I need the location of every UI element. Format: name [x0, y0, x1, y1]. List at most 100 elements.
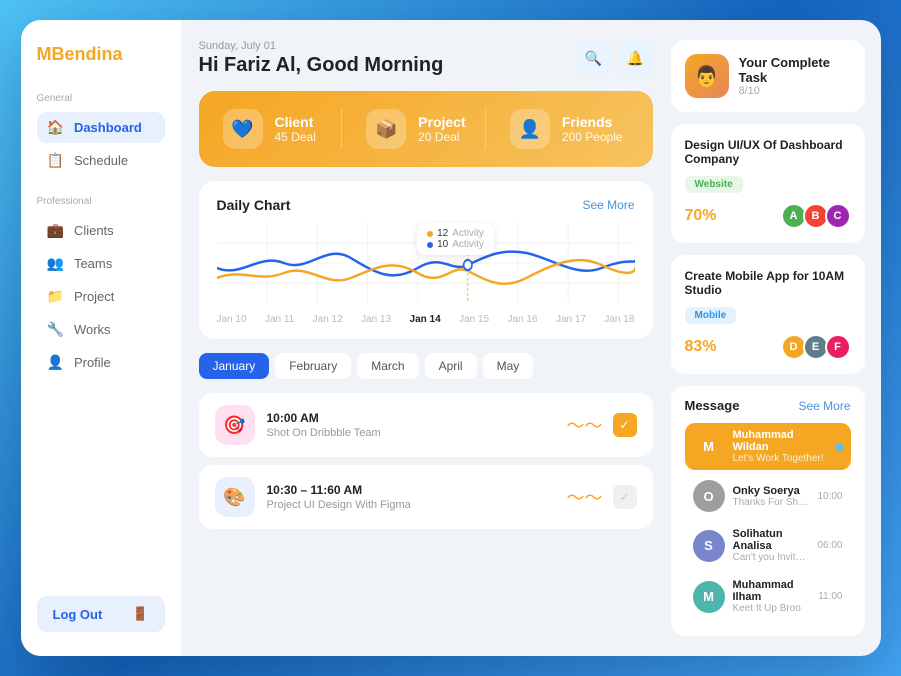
stat-friends: 👤 Friends 200 People [485, 109, 629, 149]
sidebar-item-project[interactable]: 📁 Project [37, 281, 165, 312]
sidebar-item-works-label: Works [74, 322, 111, 337]
task-avatars-1: D E F [785, 334, 851, 360]
general-section-label: General [37, 93, 165, 104]
schedule-name-1: Project UI Design With Figma [267, 499, 555, 511]
chart-section: Daily Chart See More 12 Activity 10 Acti… [199, 181, 653, 339]
wave-icon-0: 〜〜 [567, 412, 603, 438]
schedule-info-0: 10:00 AM Shot On Dribbble Team [267, 411, 555, 439]
task-tag-0: Website [685, 176, 743, 193]
message-section: Message See More M Muhammad Wildan Let's… [671, 386, 865, 636]
client-label: Client [275, 114, 316, 130]
project-value: 20 Deal [418, 130, 465, 144]
month-tab-april[interactable]: April [425, 353, 477, 379]
msg-name-3: Muhammad Ilham [733, 579, 811, 603]
schedule-actions-0: 〜〜 ✓ [567, 412, 637, 438]
task-percent-0: 70% [685, 207, 717, 225]
schedule-icon: 📋 [47, 152, 64, 169]
header: Sunday, July 01 Hi Fariz Al, Good Mornin… [199, 40, 653, 77]
header-date: Sunday, July 01 [199, 40, 444, 52]
sidebar-item-teams[interactable]: 👥 Teams [37, 248, 165, 279]
tooltip-activity2-label: Activity [452, 239, 484, 250]
check-button-1[interactable]: ✓ [613, 485, 637, 509]
msg-avatar-1: O [693, 480, 725, 512]
schedule-name-0: Shot On Dribbble Team [267, 427, 555, 439]
chart-area: 12 Activity 10 Activity [217, 223, 635, 323]
chart-label-6: Jan 16 [508, 314, 538, 325]
msg-time-2: 06:00 [817, 540, 842, 551]
task-progress-row-1: 83% D E F [685, 334, 851, 360]
task-card-0: Design UI/UX Of Dashboard Company Websit… [671, 124, 865, 243]
chart-label-3: Jan 13 [361, 314, 391, 325]
month-tab-january[interactable]: January [199, 353, 270, 379]
task-percent-1: 83% [685, 338, 717, 356]
mini-avatar-0-2: C [825, 203, 851, 229]
task-avatars-0: A B C [785, 203, 851, 229]
schedule-item-1: 🎨 10:30 – 11:60 AM Project UI Design Wit… [199, 465, 653, 529]
client-value: 45 Deal [275, 130, 316, 144]
bell-icon: 🔔 [627, 50, 644, 67]
sidebar-item-dashboard-label: Dashboard [74, 120, 142, 135]
schedule-info-1: 10:30 – 11:60 AM Project UI Design With … [267, 483, 555, 511]
right-panel: 👨 Your Complete Task 8/10 Design UI/UX O… [671, 20, 881, 656]
stat-client: 💙 Client 45 Deal [223, 109, 342, 149]
month-tab-march[interactable]: March [357, 353, 418, 379]
header-greeting: Hi Fariz Al, Good Morning [199, 54, 444, 77]
tooltip-activity1-label: Activity [452, 228, 484, 239]
sidebar-item-dashboard[interactable]: 🏠 Dashboard [37, 112, 165, 143]
sidebar-item-schedule[interactable]: 📋 Schedule [37, 145, 165, 176]
message-title: Message [685, 398, 740, 413]
message-see-more[interactable]: See More [798, 399, 850, 413]
works-icon: 🔧 [47, 321, 64, 338]
message-item-0[interactable]: M Muhammad Wildan Let's Work Together! [685, 423, 851, 470]
msg-time-1: 10:00 [817, 491, 842, 502]
msg-avatar-3: M [693, 581, 725, 613]
online-dot-0 [835, 443, 843, 451]
logout-button[interactable]: Log Out 🚪 [37, 596, 165, 632]
sidebar-item-project-label: Project [74, 289, 114, 304]
logo-prefix: MB [37, 44, 65, 64]
schedule-time-0: 10:00 AM [267, 411, 555, 425]
task-title: Your Complete Task [739, 55, 851, 85]
search-button[interactable]: 🔍 [577, 42, 611, 76]
sidebar-item-profile-label: Profile [74, 355, 111, 370]
notification-button[interactable]: 🔔 [619, 42, 653, 76]
schedule-icon-dribbble: 🎯 [215, 405, 255, 445]
chart-labels: Jan 10 Jan 11 Jan 12 Jan 13 Jan 14 Jan 1… [217, 314, 635, 325]
chart-label-7: Jan 17 [556, 314, 586, 325]
check-button-0[interactable]: ✓ [613, 413, 637, 437]
msg-info-1: Onky Soerya Thanks For Sharing [733, 485, 810, 508]
msg-name-1: Onky Soerya [733, 485, 810, 497]
sidebar-item-works[interactable]: 🔧 Works [37, 314, 165, 345]
task-header-card: 👨 Your Complete Task 8/10 [671, 40, 865, 112]
schedule-actions-1: 〜〜 ✓ [567, 484, 637, 510]
sidebar-item-profile[interactable]: 👤 Profile [37, 347, 165, 378]
msg-preview-3: Keet It Up Broo [733, 603, 811, 614]
month-tab-february[interactable]: February [275, 353, 351, 379]
client-stat-icon: 💙 [223, 109, 263, 149]
friends-label: Friends [562, 114, 623, 130]
project-stat-icon: 📦 [366, 109, 406, 149]
chart-label-4: Jan 14 [410, 314, 441, 325]
month-tab-may[interactable]: May [483, 353, 534, 379]
search-icon: 🔍 [585, 50, 602, 67]
message-item-3[interactable]: M Muhammad Ilham Keet It Up Broo 11:00 [685, 573, 851, 620]
logout-icon: 🚪 [132, 606, 148, 622]
month-tabs: January February March April May [199, 353, 653, 379]
message-item-2[interactable]: S Solihatun Analisa Can't you Invite on … [685, 522, 851, 569]
project-label: Project [418, 114, 465, 130]
message-item-1[interactable]: O Onky Soerya Thanks For Sharing 10:00 [685, 474, 851, 518]
msg-info-3: Muhammad Ilham Keet It Up Broo [733, 579, 811, 614]
sidebar-item-clients[interactable]: 💼 Clients [37, 215, 165, 246]
friends-stat-icon: 👤 [510, 109, 550, 149]
chart-label-2: Jan 12 [313, 314, 343, 325]
sidebar-item-schedule-label: Schedule [74, 153, 128, 168]
task-header-info: Your Complete Task 8/10 [739, 55, 851, 97]
chart-label-5: Jan 15 [459, 314, 489, 325]
msg-name-0: Muhammad Wildan [733, 429, 827, 453]
profile-icon: 👤 [47, 354, 64, 371]
project-icon: 📁 [47, 288, 64, 305]
chart-see-more[interactable]: See More [582, 198, 634, 212]
message-header: Message See More [685, 398, 851, 413]
chart-title: Daily Chart [217, 197, 291, 213]
tooltip-activity2-count: 10 [437, 239, 448, 250]
